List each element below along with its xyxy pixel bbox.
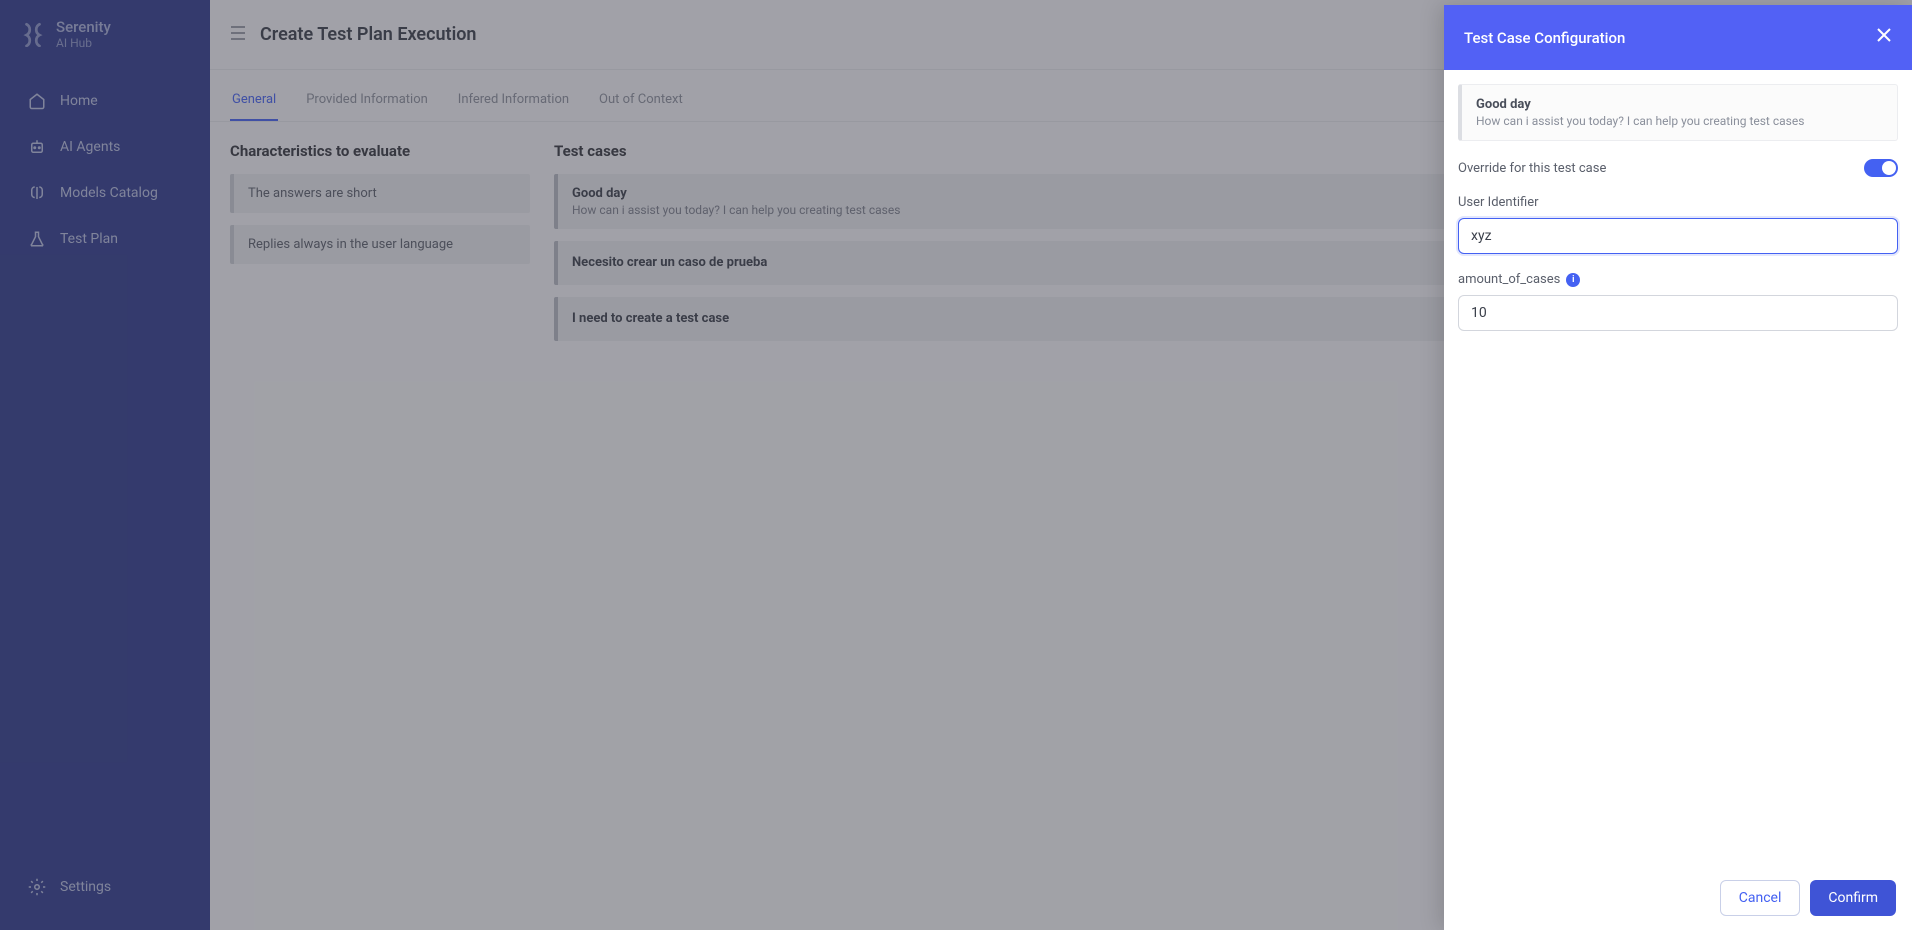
- amount-input[interactable]: [1458, 295, 1898, 331]
- override-label: Override for this test case: [1458, 161, 1606, 176]
- drawer-card-subtitle: How can i assist you today? I can help y…: [1476, 114, 1883, 128]
- override-toggle[interactable]: [1864, 159, 1898, 177]
- drawer-body: Good day How can i assist you today? I c…: [1444, 70, 1912, 866]
- drawer-header: Test Case Configuration: [1444, 5, 1912, 70]
- info-icon[interactable]: i: [1566, 273, 1580, 287]
- confirm-button[interactable]: Confirm: [1810, 880, 1896, 916]
- amount-group: amount_of_cases i: [1458, 272, 1898, 331]
- drawer-card-title: Good day: [1476, 97, 1883, 112]
- amount-label: amount_of_cases i: [1458, 272, 1898, 287]
- drawer-info-card: Good day How can i assist you today? I c…: [1458, 84, 1898, 141]
- user-identifier-group: User Identifier: [1458, 195, 1898, 254]
- close-icon[interactable]: [1876, 27, 1892, 48]
- drawer-title: Test Case Configuration: [1464, 29, 1625, 47]
- drawer: Test Case Configuration Good day How can…: [1444, 5, 1912, 930]
- override-row: Override for this test case: [1458, 159, 1898, 177]
- drawer-footer: Cancel Confirm: [1444, 866, 1912, 930]
- amount-label-text: amount_of_cases: [1458, 272, 1560, 287]
- cancel-button[interactable]: Cancel: [1720, 880, 1801, 916]
- user-identifier-label: User Identifier: [1458, 195, 1898, 210]
- user-identifier-input[interactable]: [1458, 218, 1898, 254]
